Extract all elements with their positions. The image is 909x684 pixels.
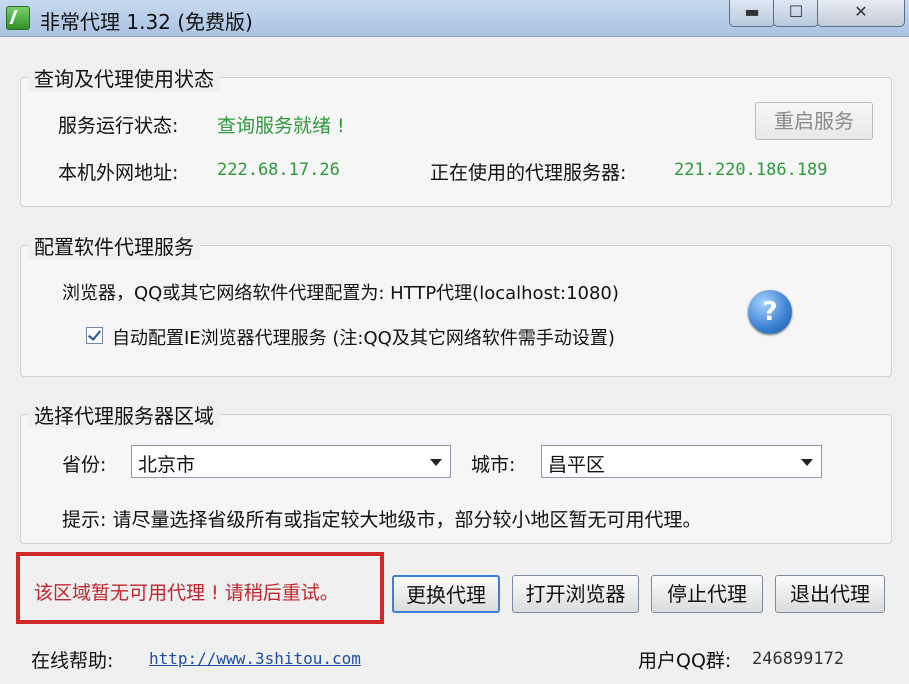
open-browser-button[interactable]: 打开浏览器 xyxy=(512,575,639,613)
title-bar: 非常代理 1.32 (免费版) ▬ ☐ ✕ xyxy=(0,0,909,37)
stop-proxy-button[interactable]: 停止代理 xyxy=(651,575,763,613)
status-group xyxy=(20,77,892,207)
config-group-legend: 配置软件代理服务 xyxy=(28,231,200,260)
region-group-legend: 选择代理服务器区域 xyxy=(28,400,220,429)
current-proxy-value: 221.220.186.189 xyxy=(674,160,828,180)
restart-service-button[interactable]: 重启服务 xyxy=(755,102,873,140)
service-status-value: 查询服务就绪 ! xyxy=(217,115,345,137)
city-select[interactable]: 昌平区 xyxy=(541,445,822,478)
minimize-button[interactable]: ▬ xyxy=(729,0,775,27)
status-group-legend: 查询及代理使用状态 xyxy=(28,63,220,92)
app-logo-icon xyxy=(6,6,30,30)
current-proxy-label: 正在使用的代理服务器: xyxy=(430,162,627,184)
auto-config-ie-label[interactable]: 自动配置IE浏览器代理服务 (注:QQ及其它网络软件需手动设置) xyxy=(112,324,615,350)
warning-box: 该区域暂无可用代理 ! 请稍后重试。 xyxy=(16,552,384,624)
help-website-link[interactable]: http://www.3shitou.com xyxy=(149,649,361,668)
province-label: 省份: xyxy=(62,454,107,476)
change-proxy-button[interactable]: 更换代理 xyxy=(392,575,500,613)
close-button[interactable]: ✕ xyxy=(817,0,905,27)
help-icon[interactable]: ? xyxy=(748,290,792,334)
city-label: 城市: xyxy=(471,454,516,476)
maximize-button[interactable]: ☐ xyxy=(773,0,819,27)
province-select[interactable]: 北京市 xyxy=(131,445,451,478)
window-title: 非常代理 1.32 (免费版) xyxy=(40,10,253,34)
external-ip-value: 222.68.17.26 xyxy=(217,160,340,180)
exit-proxy-button[interactable]: 退出代理 xyxy=(775,575,885,613)
chevron-down-icon xyxy=(430,459,442,466)
service-status-label: 服务运行状态: xyxy=(58,115,179,137)
qq-group-label: 用户QQ群: xyxy=(638,650,732,672)
online-help-label: 在线帮助: xyxy=(31,650,114,672)
province-select-value: 北京市 xyxy=(138,454,196,476)
region-hint: 提示: 请尽量选择省级所有或指定较大地级市，部分较小地区暂无可用代理。 xyxy=(62,509,702,531)
warning-message: 该区域暂无可用代理 ! 请稍后重试。 xyxy=(34,582,339,604)
auto-config-ie-checkbox[interactable] xyxy=(86,327,103,344)
city-select-value: 昌平区 xyxy=(548,454,606,476)
chevron-down-icon xyxy=(801,459,813,466)
external-ip-label: 本机外网地址: xyxy=(58,162,179,184)
proxy-config-info: 浏览器，QQ或其它网络软件代理配置为: HTTP代理(localhost:108… xyxy=(62,283,619,304)
qq-group-value: 246899172 xyxy=(752,649,845,669)
